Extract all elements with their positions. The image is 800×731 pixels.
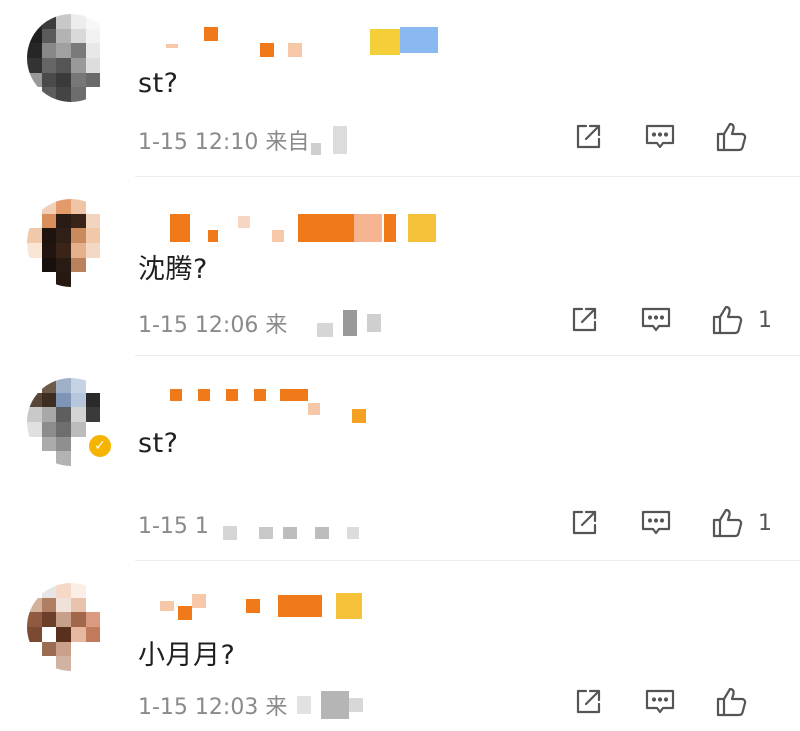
like-control <box>714 120 772 154</box>
comment-actions <box>534 685 772 719</box>
avatar[interactable] <box>27 14 115 102</box>
comment-list: st? 1-15 12:10 来自 沈腾? 1-15 12:06 来 1 ✓ s… <box>0 0 800 731</box>
thumbs-up-icon <box>716 687 747 717</box>
avatar[interactable] <box>27 583 115 671</box>
username-blurred[interactable] <box>160 27 438 57</box>
comment-actions <box>534 120 772 154</box>
username-blurred[interactable] <box>160 593 362 620</box>
like-button[interactable] <box>710 303 746 337</box>
like-control: 1 <box>710 506 772 540</box>
share-icon <box>576 124 601 149</box>
thumbs-up-icon <box>712 508 743 538</box>
comment-timestamp: 1-15 1 <box>138 513 209 539</box>
share-button[interactable] <box>570 685 606 719</box>
thumbs-up-icon <box>716 122 747 152</box>
share-button[interactable] <box>566 506 602 540</box>
comment-button[interactable] <box>642 120 678 154</box>
comment-meta: 1-15 12:10 来自 <box>138 124 348 156</box>
comment-actions: 1 <box>530 506 772 540</box>
comment-text: st? <box>138 428 179 459</box>
comment-timestamp: 1-15 12:06 来 <box>138 313 288 338</box>
comment-icon <box>641 510 671 535</box>
comment-item: 小月月? 1-15 12:03 来 <box>0 561 800 731</box>
comment-item: 沈腾? 1-15 12:06 来 1 <box>0 177 800 354</box>
share-icon <box>572 510 597 535</box>
share-icon <box>576 689 601 714</box>
comment-timestamp: 1-15 12:03 来 <box>138 695 288 720</box>
comment-icon <box>645 124 675 149</box>
comment-text: st? <box>138 68 179 99</box>
comment-button[interactable] <box>638 303 674 337</box>
verified-badge-icon: ✓ <box>87 433 113 459</box>
comment-text: 沈腾? <box>138 254 208 285</box>
like-count: 1 <box>758 307 772 333</box>
comment-item: ✓ st? 1-15 1 1 <box>0 356 800 556</box>
like-button[interactable] <box>710 506 746 540</box>
avatar[interactable] <box>27 199 115 287</box>
comment-item: st? 1-15 12:10 来自 <box>0 0 800 175</box>
share-button[interactable] <box>570 120 606 154</box>
username-blurred[interactable] <box>160 384 366 423</box>
comment-button[interactable] <box>642 685 678 719</box>
comment-icon <box>645 689 675 714</box>
comment-meta: 1-15 12:03 来 <box>138 689 364 721</box>
like-button[interactable] <box>714 120 750 154</box>
comment-icon <box>641 307 671 332</box>
comment-actions: 1 <box>530 303 772 337</box>
share-button[interactable] <box>566 303 602 337</box>
comment-timestamp: 1-15 12:10 来自 <box>138 130 310 155</box>
like-button[interactable] <box>714 685 750 719</box>
share-icon <box>572 307 597 332</box>
like-control <box>714 685 772 719</box>
comment-meta: 1-15 12:06 来 <box>138 307 382 339</box>
like-count: 1 <box>758 510 772 536</box>
like-control: 1 <box>710 303 772 337</box>
username-blurred[interactable] <box>160 214 436 242</box>
comment-button[interactable] <box>638 506 674 540</box>
thumbs-up-icon <box>712 305 743 335</box>
comment-meta: 1-15 1 <box>138 512 359 540</box>
comment-text: 小月月? <box>138 640 236 671</box>
